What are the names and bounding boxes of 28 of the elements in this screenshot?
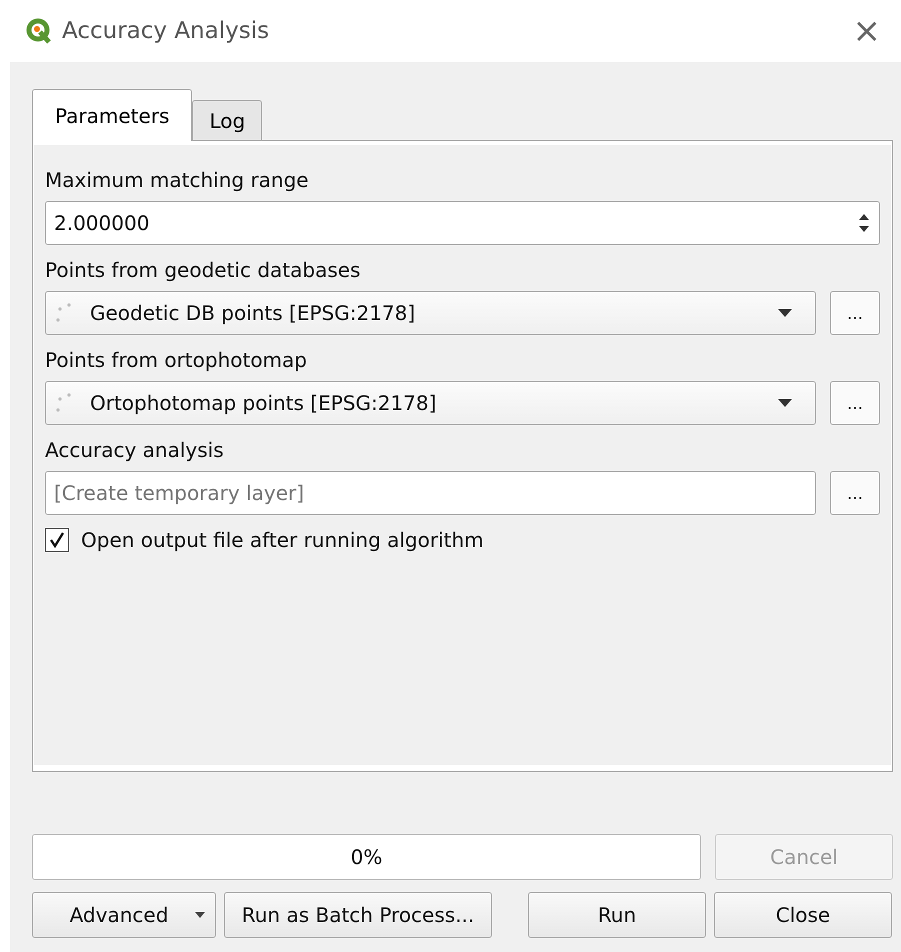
tab[interactable]: Log xyxy=(192,100,262,140)
dropdown-arrow-icon[interactable] xyxy=(777,398,793,408)
app-logo-icon xyxy=(26,18,52,44)
tab[interactable]: Parameters xyxy=(32,89,192,141)
field-label: Points from geodetic databases xyxy=(45,257,362,284)
field-value: Geodetic DB points [EPSG:2178] xyxy=(90,300,416,327)
progress-text: 0% xyxy=(350,844,382,871)
field-value: 2.000000 xyxy=(54,210,150,237)
field-label: Accuracy analysis xyxy=(45,437,225,464)
dialog-button[interactable]: Advanced xyxy=(32,892,216,938)
layer-combo-box[interactable]: Ortophotomap points [EPSG:2178] xyxy=(45,381,816,425)
dialog-button[interactable]: Run as Batch Process... xyxy=(224,892,492,938)
layer-combo-box[interactable]: Geodetic DB points [EPSG:2178] xyxy=(45,291,816,335)
window-title: Accuracy Analysis xyxy=(62,16,270,46)
dropdown-arrow-icon[interactable] xyxy=(777,308,793,318)
browse-button[interactable]: … xyxy=(830,291,880,335)
output-field[interactable]: [Create temporary layer] xyxy=(45,471,816,515)
field-value: Ortophotomap points [EPSG:2178] xyxy=(90,390,438,417)
checkbox-label: Open output file after running algorithm xyxy=(81,527,484,554)
caret-icon[interactable] xyxy=(195,912,205,918)
field-label: Maximum matching range xyxy=(45,167,310,194)
number-spin-field[interactable]: 2.000000 xyxy=(45,201,880,245)
browse-button[interactable]: … xyxy=(830,471,880,515)
dialog-button[interactable]: Close xyxy=(714,892,892,938)
browse-button[interactable]: … xyxy=(830,381,880,425)
field-label: Points from ortophotomap xyxy=(45,347,308,374)
dialog-button[interactable]: Run xyxy=(528,892,706,938)
checkbox[interactable] xyxy=(45,528,69,552)
